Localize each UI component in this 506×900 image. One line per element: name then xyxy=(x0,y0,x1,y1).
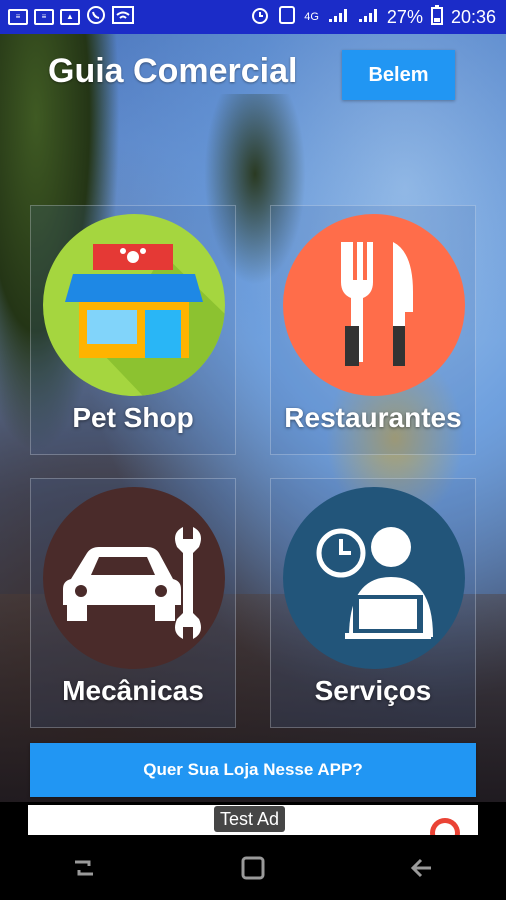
signal-icon xyxy=(327,6,349,29)
category-label: Pet Shop xyxy=(72,402,194,433)
city-button[interactable]: Belem xyxy=(342,50,455,100)
car-wrench-icon xyxy=(43,487,225,669)
category-label: Serviços xyxy=(314,675,432,706)
battery-percent: 27% xyxy=(386,6,423,27)
back-arrow-icon xyxy=(410,858,431,877)
promo-store-button[interactable]: Quer Sua Loja Nesse APP? xyxy=(30,743,476,797)
pet-shop-icon xyxy=(43,214,225,396)
gallery-icon: ≡ xyxy=(8,9,28,25)
clock: 20:36 xyxy=(450,6,496,27)
category-tile-pet-shop[interactable]: Pet Shop xyxy=(30,205,236,455)
category-tile-servicos[interactable]: Serviços xyxy=(270,478,476,728)
home-button[interactable] xyxy=(223,848,283,888)
category-label: Mecânicas xyxy=(62,675,204,706)
nfc-icon xyxy=(278,5,296,30)
network-type: 4G xyxy=(304,11,319,23)
home-icon xyxy=(241,856,265,879)
navigation-bar xyxy=(0,835,506,900)
gallery-icon: ≡ xyxy=(34,9,54,25)
battery-icon xyxy=(430,4,443,30)
status-bar: ≡ ≡ ▲ 4G 27% 20:36 xyxy=(0,0,506,34)
category-tile-mecanicas[interactable]: Mecânicas xyxy=(30,478,236,728)
fork-knife-icon xyxy=(283,214,465,396)
image-icon: ▲ xyxy=(60,9,80,25)
app-title: Guia Comercial xyxy=(48,52,298,90)
back-button[interactable] xyxy=(392,848,452,888)
category-tile-restaurantes[interactable]: Restaurantes xyxy=(270,205,476,455)
signal-icon xyxy=(357,6,379,29)
person-laptop-icon xyxy=(283,487,465,669)
ad-label: Test Ad xyxy=(214,806,286,832)
alarm-icon xyxy=(250,5,270,30)
whatsapp-icon xyxy=(86,5,106,30)
category-label: Restaurantes xyxy=(284,402,462,433)
recent-apps-button[interactable] xyxy=(54,848,114,888)
wifi-icon xyxy=(112,5,134,29)
recent-apps-icon xyxy=(75,860,94,875)
